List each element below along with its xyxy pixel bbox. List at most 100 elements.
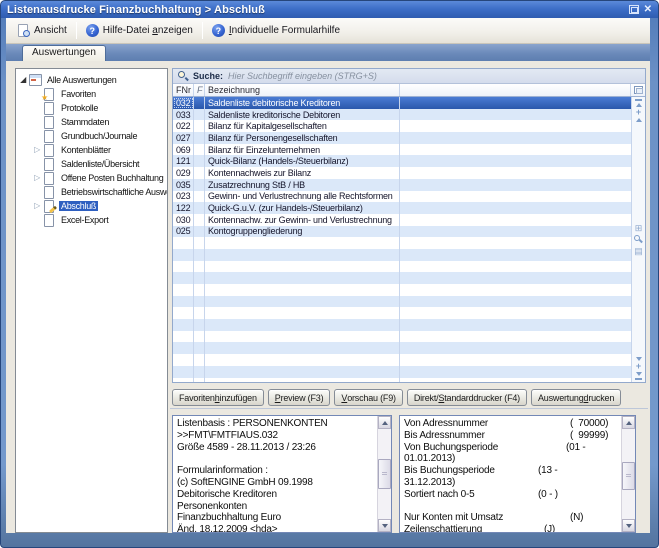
f-cell <box>194 342 205 354</box>
param-line: Zeilenschattierung(J) <box>404 524 621 532</box>
f-cell <box>194 296 205 308</box>
table-row[interactable]: 032Saldenliste debitorische Kreditoren <box>173 97 631 109</box>
filter-icon[interactable]: ▤ <box>634 247 643 256</box>
scroll-up-icon[interactable] <box>378 416 391 429</box>
tab-auswertungen[interactable]: Auswertungen <box>22 45 106 61</box>
expander-closed-icon[interactable]: ▷ <box>32 145 42 155</box>
f-cell <box>194 109 205 121</box>
scroll-down-icon[interactable] <box>622 519 635 532</box>
f-cell <box>194 307 205 319</box>
fnr-cell <box>173 354 194 366</box>
close-icon[interactable]: ✕ <box>644 5 652 15</box>
table-row[interactable]: 121Quick-Bilanz (Handels-/Steuerbilanz) <box>173 155 631 167</box>
tree-item-saldenliste-bersicht[interactable]: Saldenliste/Übersicht <box>16 157 167 171</box>
table-row[interactable]: 022Bilanz für Kapitalgesellschaften <box>173 120 631 132</box>
tree-item-offene-posten-buchhaltung[interactable]: ▷Offene Posten Buchhaltung <box>16 171 167 185</box>
restore-icon[interactable] <box>629 5 639 14</box>
titlebar[interactable]: Listenausdrucke Finanzbuchhaltung > Absc… <box>1 1 658 18</box>
tree-item-excel-export[interactable]: Excel-Export <box>16 213 167 227</box>
bezeichnung-cell <box>205 272 400 284</box>
scrollbar-thumb[interactable] <box>622 462 635 490</box>
category-tree: ◢Alle AuswertungenFavoritenProtokolleSta… <box>15 68 168 533</box>
favoriten-hinzuf-gen-button[interactable]: Favoriten hinzufügen <box>172 389 264 406</box>
tree-item-betriebswirtschaftliche-auswertungen[interactable]: Betriebswirtschaftliche Auswertungen <box>16 185 167 199</box>
scroll-up-icon[interactable] <box>622 416 635 429</box>
step-up-icon[interactable]: + <box>636 109 641 116</box>
info-line: >>FMT\FMTFIAUS.032 <box>177 430 377 442</box>
ansicht-button[interactable]: Ansicht <box>10 22 74 39</box>
auswertung-drucken-button[interactable]: Auswertung drucken <box>531 389 621 406</box>
bezeichnung-cell: Saldenliste debitorische Kreditoren <box>205 97 400 109</box>
column-header-f[interactable]: F <box>194 84 205 96</box>
table-row[interactable]: 025Kontogruppengliederung <box>173 226 631 238</box>
scrollbar-thumb[interactable] <box>378 459 391 489</box>
table-row[interactable]: 122Quick-G.u.V. (zur Handels-/Steuerbila… <box>173 202 631 214</box>
document-icon <box>42 186 56 198</box>
parameters-text: Von Adressnummer( 70000)Bis Adressnummer… <box>400 416 621 532</box>
tree-item-protokolle[interactable]: Protokolle <box>16 101 167 115</box>
table-row[interactable]: 029Kontennachweis zur Bilanz <box>173 167 631 179</box>
table-row[interactable]: 069Bilanz für Einzelunternehmen <box>173 144 631 156</box>
table-row-empty <box>173 378 631 383</box>
table-row[interactable]: 027Bilanz für Personengesellschaften <box>173 132 631 144</box>
f-cell <box>194 120 205 132</box>
tree-item-abschlu[interactable]: ▷Abschluß <box>16 199 167 213</box>
table-row[interactable]: 035Zusatzrechnung StB / HB <box>173 179 631 191</box>
param-value: (01 - <box>566 442 586 454</box>
hilfe-datei-anzeigen-button[interactable]: Hilfe-Datei anzeigen <box>79 22 200 39</box>
direkt-standarddrucker-f4-button[interactable]: Direkt/Standarddrucker (F4) <box>407 389 527 406</box>
tree-item-grundbuch-journale[interactable]: Grundbuch/Journale <box>16 129 167 143</box>
fnr-cell: 022 <box>173 120 194 132</box>
param-label: Bis Adressnummer <box>404 430 485 441</box>
search-input[interactable]: Suche: Hier Suchbegriff eingeben (STRG+S… <box>173 69 645 84</box>
f-cell <box>194 155 205 167</box>
f-cell <box>194 237 205 249</box>
f-cell <box>194 202 205 214</box>
scroll-top-icon[interactable] <box>635 99 642 101</box>
table-row[interactable]: 023Gewinn- und Verlustrechnung alle Rech… <box>173 191 631 203</box>
preview-f3-button[interactable]: Preview (F3) <box>268 389 331 406</box>
table-row[interactable]: 030Kontennachw. zur Gewinn- und Verlustr… <box>173 214 631 226</box>
scroll-bottom-icon[interactable] <box>635 378 642 380</box>
tree-item-stammdaten[interactable]: Stammdaten <box>16 115 167 129</box>
individuelle-formularhilfe-button[interactable]: Individuelle Formularhilfe <box>205 22 347 39</box>
expander-open-icon[interactable]: ◢ <box>18 75 28 85</box>
fnr-cell: 033 <box>173 109 194 121</box>
tree-item-favoriten[interactable]: Favoriten <box>16 87 167 101</box>
tree-item-kontenbl-tter[interactable]: ▷Kontenblätter <box>16 143 167 157</box>
vorschau-f9-button[interactable]: Vorschau (F9) <box>334 389 402 406</box>
scroll-bottom-arrow-icon[interactable] <box>636 372 642 376</box>
table-row-empty <box>173 366 631 378</box>
zoom-icon[interactable] <box>634 235 644 245</box>
fnr-cell: 029 <box>173 167 194 179</box>
column-header-extra[interactable] <box>400 84 631 96</box>
table-row-empty <box>173 261 631 273</box>
tree-item-label: Excel-Export <box>59 215 110 225</box>
page-up-icon[interactable] <box>636 118 642 122</box>
bezeichnung-cell <box>205 296 400 308</box>
step-down-icon[interactable]: + <box>636 363 641 370</box>
params-scrollbar[interactable] <box>621 416 635 532</box>
extra-cell <box>400 167 631 179</box>
bezeichnung-cell: Kontennachw. zur Gewinn- und Verlustrech… <box>205 214 400 226</box>
bezeichnung-cell: Zusatzrechnung StB / HB <box>205 179 400 191</box>
param-label: Zeilenschattierung <box>404 524 482 532</box>
view-icon <box>17 24 30 37</box>
param-line: 01.01.2013) <box>404 453 621 465</box>
param-line: Nur Konten mit Umsatz(N) <box>404 512 621 524</box>
column-header-fnr[interactable]: FNr <box>173 84 194 96</box>
table-row[interactable]: 033Saldenliste kreditorische Debitoren <box>173 109 631 121</box>
f-cell <box>194 319 205 331</box>
expander-closed-icon[interactable]: ▷ <box>32 201 42 211</box>
column-picker-button[interactable] <box>631 84 645 96</box>
tree-item-alle-auswertungen[interactable]: ◢Alle Auswertungen <box>16 73 167 87</box>
expander-closed-icon[interactable]: ▷ <box>32 173 42 183</box>
column-header-bezeichnung[interactable]: Bezeichnung <box>205 84 400 96</box>
scroll-down-icon[interactable] <box>378 519 391 532</box>
info-scrollbar[interactable] <box>377 416 391 532</box>
grid-view-icon[interactable]: ⊞ <box>635 224 643 233</box>
extra-cell <box>400 179 631 191</box>
separator <box>170 408 648 409</box>
fnr-cell <box>173 319 194 331</box>
fnr-cell <box>173 237 194 249</box>
